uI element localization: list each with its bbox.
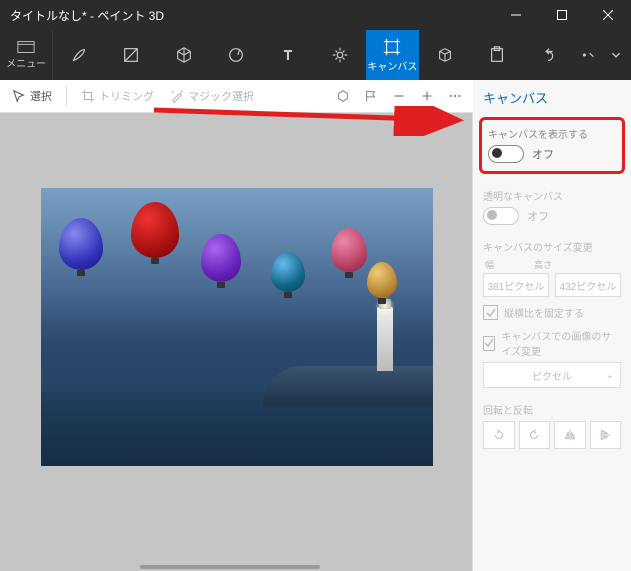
rotate-section: 回転と反転 (473, 396, 631, 457)
unit-select[interactable]: ピクセル⌄ (483, 362, 621, 388)
maximize-button[interactable] (539, 0, 585, 30)
menu-label: メニュー (6, 55, 46, 70)
resize-section: キャンバスのサイズ変更 幅高さ 381ピクセル 432ピクセル 縦横比を固定する… (473, 233, 631, 396)
flip-vertical-button[interactable] (590, 421, 622, 449)
svg-text:T: T (284, 49, 292, 63)
tab-3d[interactable] (158, 30, 210, 80)
tab-3dlib[interactable] (419, 30, 471, 80)
paste-button[interactable] (471, 30, 523, 80)
canvas-image (41, 188, 433, 466)
flag-button[interactable] (359, 84, 383, 108)
app-window: タイトルなし* - ペイント 3D メニュー T キャンバス 選択 トリミング … (0, 0, 631, 571)
rotate-ccw-button[interactable] (483, 421, 515, 449)
magic-select-tool[interactable]: マジック選択 (164, 84, 260, 108)
minimize-button[interactable] (493, 0, 539, 30)
flip-horizontal-button[interactable] (554, 421, 586, 449)
zoom-out-button[interactable] (387, 84, 411, 108)
height-input[interactable]: 432ピクセル (555, 273, 621, 297)
menu-button[interactable]: メニュー (0, 30, 53, 80)
resize-image-checkbox[interactable]: キャンバスでの画像のサイズ変更 (483, 328, 621, 358)
horizontal-scrollbar[interactable] (140, 565, 320, 569)
chevron-down-icon: ⌄ (606, 370, 614, 381)
tab-stickers[interactable] (210, 30, 262, 80)
more-button[interactable] (443, 84, 467, 108)
3dview-button[interactable] (331, 84, 355, 108)
panel-title: キャンバス (473, 84, 631, 113)
select-tool[interactable]: 選択 (6, 84, 58, 108)
show-canvas-section: キャンバスを表示する オフ (479, 117, 625, 174)
window-title: タイトルなし* - ペイント 3D (0, 7, 493, 24)
undo-button[interactable] (523, 30, 575, 80)
close-button[interactable] (585, 0, 631, 30)
sub-toolbar: 選択 トリミング マジック選択 (0, 80, 473, 113)
tab-brushes[interactable] (53, 30, 105, 80)
show-canvas-label: キャンバスを表示する (488, 126, 616, 141)
ribbon: メニュー T キャンバス (0, 30, 631, 80)
tab-canvas[interactable]: キャンバス (366, 30, 418, 80)
history-dropdown[interactable] (575, 30, 601, 80)
rotate-cw-button[interactable] (519, 421, 551, 449)
redo-chevron[interactable] (601, 30, 631, 80)
title-bar: タイトルなし* - ペイント 3D (0, 0, 631, 30)
canvas-workspace[interactable] (0, 112, 473, 571)
crop-tool[interactable]: トリミング (75, 84, 160, 108)
properties-panel: キャンバス キャンバスを表示する オフ 透明なキャンバス オフ キャンバスのサイ… (472, 80, 631, 571)
zoom-in-button[interactable] (415, 84, 439, 108)
transparent-canvas-toggle[interactable] (483, 207, 519, 225)
transparent-canvas-section: 透明なキャンバス オフ (473, 182, 631, 233)
tab-text[interactable]: T (262, 30, 314, 80)
show-canvas-state: オフ (532, 146, 554, 162)
tab-effects[interactable] (314, 30, 366, 80)
show-canvas-toggle[interactable] (488, 145, 524, 163)
tab-2d[interactable] (105, 30, 157, 80)
lock-ratio-checkbox[interactable]: 縦横比を固定する (483, 305, 621, 320)
width-input[interactable]: 381ピクセル (483, 273, 549, 297)
